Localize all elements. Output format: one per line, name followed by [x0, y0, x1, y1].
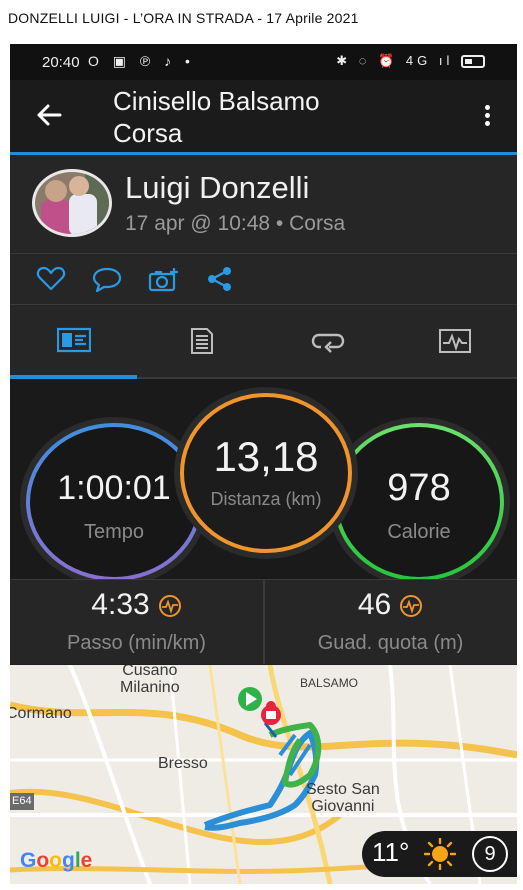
map-label-cormano: Cormano	[10, 705, 72, 722]
app-bar: Cinisello Balsamo Corsa	[10, 80, 517, 155]
status-time: 20:40	[42, 54, 80, 71]
map-label-bresso: Bresso	[158, 755, 208, 772]
route-map[interactable]: Cusano Milanino BALSAMO Cormano Bresso Se…	[10, 665, 517, 884]
system-status-icons: ✱ ◌ ⏰ 4G ıl	[336, 53, 454, 68]
action-bar	[10, 254, 517, 305]
time-label: Tempo	[83, 521, 145, 543]
user-name[interactable]: Luigi Donzelli	[125, 170, 309, 206]
calories-ring: 978 Calorie	[334, 423, 504, 581]
laps-icon	[311, 333, 345, 353]
calories-label: Calorie	[387, 521, 451, 543]
tab-details[interactable]	[137, 305, 263, 377]
tab-stats[interactable]	[10, 305, 137, 379]
distance-ring: 13,18 Distanza (km)	[180, 393, 352, 553]
photo-count-badge[interactable]: 9	[472, 836, 508, 872]
main-stats: 1:00:01 Tempo 978 Calorie 13,18 Distanza…	[10, 379, 517, 579]
map-label-sesto: Sesto San Giovanni	[306, 781, 380, 815]
google-logo: Google	[20, 849, 93, 872]
chart-icon	[439, 329, 471, 353]
sun-icon	[424, 838, 456, 870]
pace-label: Passo (min/km)	[67, 632, 206, 654]
time-value: 1:00:01	[57, 469, 171, 507]
activity-meta: 17 apr @ 10:48 • Corsa	[125, 212, 346, 235]
tab-laps[interactable]	[264, 305, 390, 377]
battery-icon	[461, 55, 485, 69]
page-caption: DONZELLI LUIGI - L’ORA IN STRADA - 17 Ap…	[8, 10, 359, 26]
distance-label: Distanza (km)	[210, 489, 322, 509]
phone-screen: 20:40 O ▣ ℗ ♪ • ✱ ◌ ⏰ 4G ıl Cinisello Ba…	[10, 44, 517, 884]
gauge-icon	[158, 595, 181, 618]
elevation-label: Guad. quota (m)	[317, 632, 464, 654]
map-label-e64: E64	[10, 793, 34, 810]
details-icon	[191, 328, 213, 354]
map-label-cusano: Cusano Milanino	[120, 665, 180, 696]
heart-icon[interactable]	[36, 266, 66, 292]
avatar[interactable]	[32, 169, 112, 237]
weather-badge[interactable]: 11° 9	[362, 831, 517, 877]
distance-value: 13,18	[213, 433, 319, 480]
notification-icons: O ▣ ℗ ♪ •	[88, 53, 195, 69]
back-arrow-icon[interactable]	[34, 100, 64, 130]
map-label-balsamo: BALSAMO	[300, 676, 359, 690]
overflow-menu-icon[interactable]	[477, 102, 497, 132]
pace-value: 4:33	[91, 588, 150, 621]
system-icons: ✱ ◌ ⏰ 4G ıl	[336, 53, 485, 69]
tab-charts[interactable]	[391, 305, 517, 377]
pace-stat[interactable]: 4:33 Passo (min/km)	[10, 580, 263, 664]
status-bar: 20:40 O ▣ ℗ ♪ • ✱ ◌ ⏰ 4G ıl	[10, 44, 517, 80]
elevation-stat[interactable]: 46 Guad. quota (m)	[264, 580, 517, 664]
time-ring: 1:00:01 Tempo	[26, 423, 202, 581]
activity-title: Cinisello Balsamo	[113, 86, 320, 116]
elevation-value: 46	[357, 588, 392, 621]
activity-tabs	[10, 305, 517, 379]
comment-icon[interactable]	[92, 266, 122, 293]
gauge-icon	[400, 595, 423, 618]
secondary-stats: 4:33 Passo (min/km) 46 Guad. quota (m)	[10, 579, 517, 664]
calories-value: 978	[387, 467, 451, 509]
activity-header: Luigi Donzelli 17 apr @ 10:48 • Corsa	[10, 155, 517, 254]
stats-icon	[57, 327, 91, 353]
weather-temp: 11°	[372, 837, 410, 867]
activity-type-title: Corsa	[113, 118, 183, 148]
share-icon[interactable]	[206, 266, 236, 292]
add-photo-icon[interactable]	[148, 266, 178, 292]
